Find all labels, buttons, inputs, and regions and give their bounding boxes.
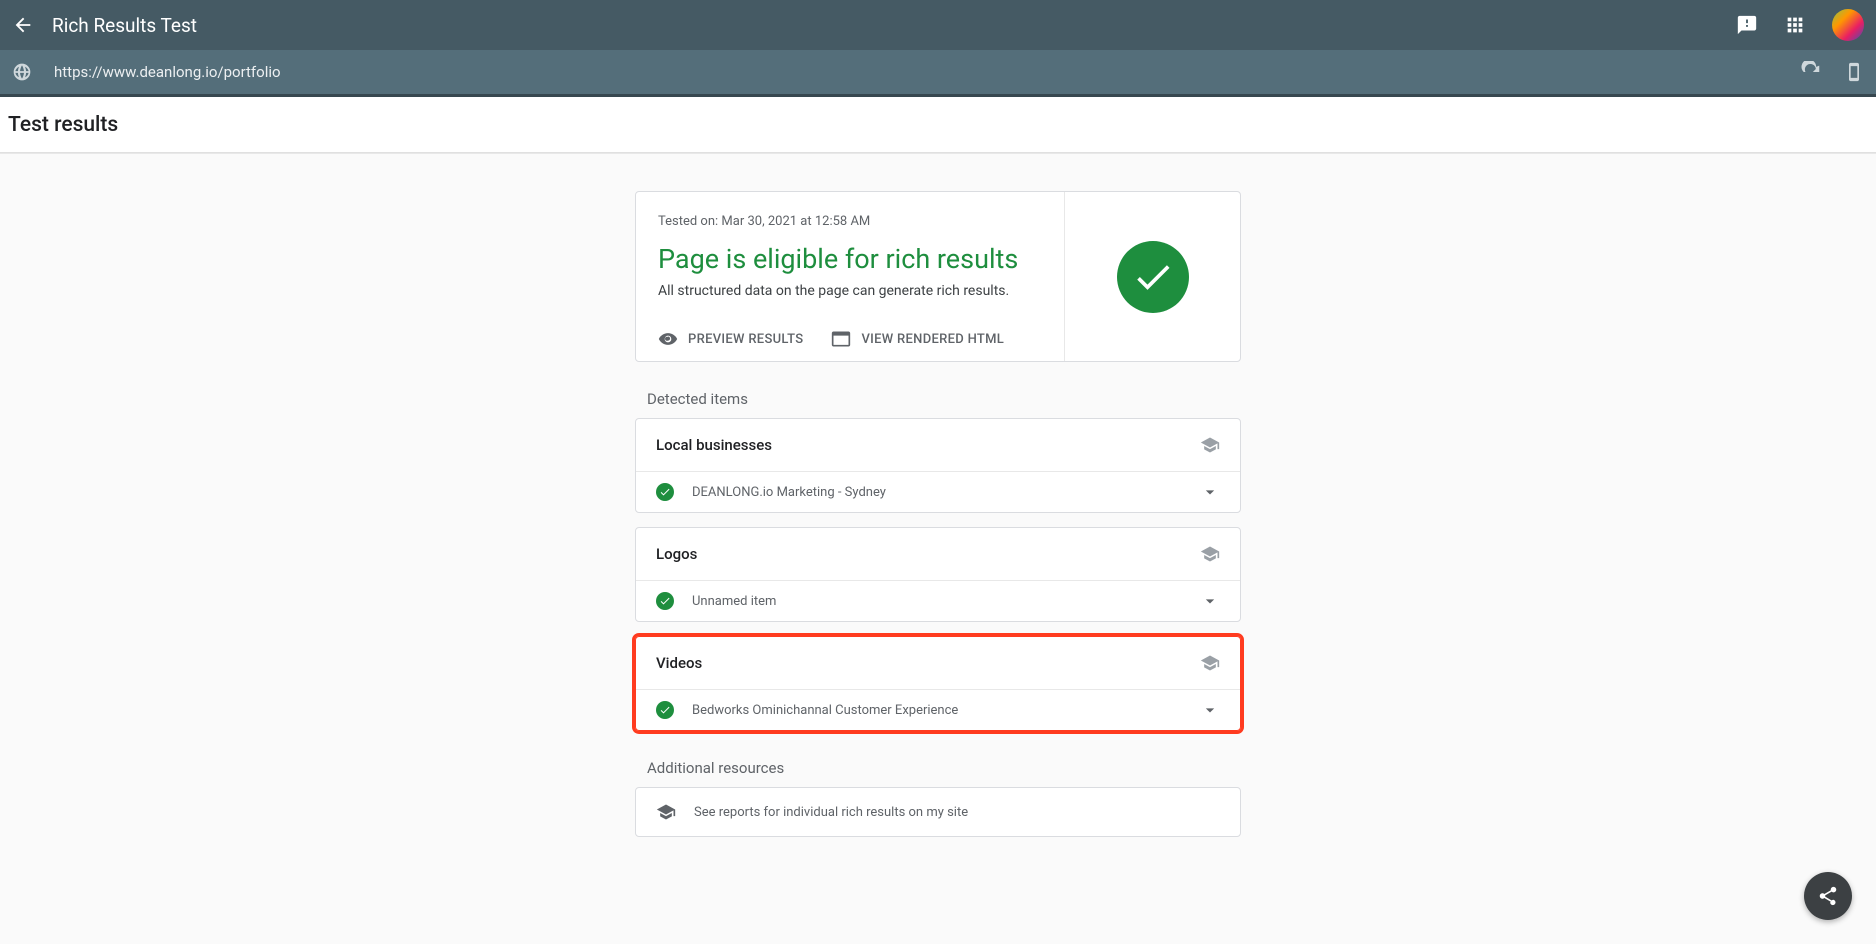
- chevron-down-icon: [1200, 700, 1220, 720]
- item-title: Videos: [656, 654, 702, 672]
- education-icon[interactable]: [1200, 544, 1220, 564]
- item-row[interactable]: Unnamed item: [636, 581, 1240, 621]
- globe-icon: [12, 62, 32, 82]
- item-title: Local businesses: [656, 436, 772, 454]
- chevron-down-icon: [1200, 591, 1220, 611]
- check-icon: [656, 592, 674, 610]
- app-title: Rich Results Test: [52, 14, 1736, 37]
- item-row[interactable]: Bedworks Ominichannal Customer Experienc…: [636, 690, 1240, 730]
- chevron-down-icon: [1200, 482, 1220, 502]
- back-arrow-icon[interactable]: [12, 14, 34, 36]
- detected-item-logos: Logos Unnamed item: [635, 527, 1241, 622]
- view-rendered-html-button[interactable]: VIEW RENDERED HTML: [831, 329, 1004, 349]
- item-row[interactable]: DEANLONG.io Marketing - Sydney: [636, 472, 1240, 512]
- resource-text: See reports for individual rich results …: [694, 805, 968, 820]
- education-icon[interactable]: [1200, 435, 1220, 455]
- user-avatar[interactable]: [1832, 9, 1864, 41]
- url-bar: https://www.deanlong.io/portfolio: [0, 50, 1876, 94]
- item-row-text: DEANLONG.io Marketing - Sydney: [692, 485, 1182, 500]
- education-icon[interactable]: [1200, 653, 1220, 673]
- additional-resources-card: See reports for individual rich results …: [635, 787, 1241, 837]
- item-row-text: Bedworks Ominichannal Customer Experienc…: [692, 703, 1182, 718]
- resource-row[interactable]: See reports for individual rich results …: [636, 788, 1240, 836]
- topbar-actions: [1736, 9, 1864, 41]
- education-icon: [656, 802, 676, 822]
- status-card: Tested on: Mar 30, 2021 at 12:58 AM Page…: [635, 191, 1241, 362]
- additional-resources-label: Additional resources: [647, 759, 1241, 777]
- apps-grid-icon[interactable]: [1784, 14, 1806, 36]
- status-subline: All structured data on the page can gene…: [658, 283, 1042, 299]
- url-actions: [1800, 61, 1864, 83]
- tested-url[interactable]: https://www.deanlong.io/portfolio: [54, 63, 1800, 81]
- detected-items-label: Detected items: [647, 390, 1241, 408]
- section-header: Test results: [0, 97, 1876, 153]
- check-icon: [656, 701, 674, 719]
- detected-item-local-businesses: Local businesses DEANLONG.io Marketing -…: [635, 418, 1241, 513]
- share-fab[interactable]: [1804, 872, 1852, 920]
- feedback-icon[interactable]: [1736, 14, 1758, 36]
- eligible-check-icon: [1117, 241, 1189, 313]
- item-title: Logos: [656, 545, 697, 563]
- preview-results-label: PREVIEW RESULTS: [688, 332, 803, 347]
- top-app-bar: Rich Results Test: [0, 0, 1876, 50]
- eye-icon: [658, 329, 678, 349]
- preview-results-button[interactable]: PREVIEW RESULTS: [658, 329, 803, 349]
- check-icon: [656, 483, 674, 501]
- tested-timestamp: Tested on: Mar 30, 2021 at 12:58 AM: [658, 214, 1042, 229]
- item-row-text: Unnamed item: [692, 594, 1182, 609]
- view-rendered-html-label: VIEW RENDERED HTML: [861, 332, 1004, 347]
- refresh-icon[interactable]: [1800, 61, 1822, 83]
- webpage-icon: [831, 329, 851, 349]
- detected-item-videos-highlighted: Videos Bedworks Ominichannal Customer Ex…: [635, 636, 1241, 731]
- content-area: Tested on: Mar 30, 2021 at 12:58 AM Page…: [0, 153, 1876, 944]
- device-icon[interactable]: [1844, 61, 1864, 83]
- status-headline: Page is eligible for rich results: [658, 243, 1042, 275]
